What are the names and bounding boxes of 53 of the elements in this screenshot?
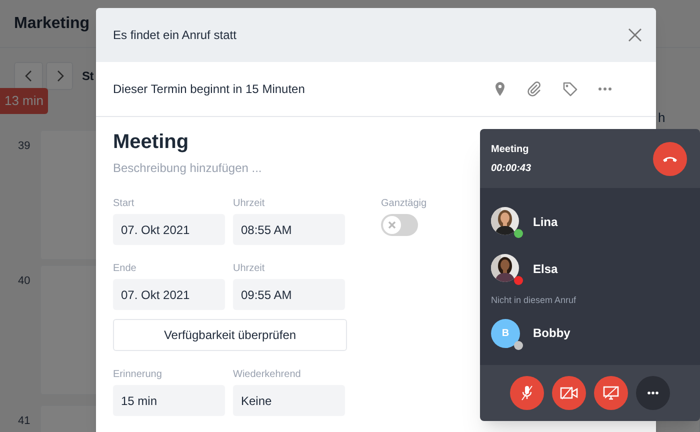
phone-icon bbox=[662, 154, 678, 162]
more-icon bbox=[647, 390, 659, 394]
week-number: 40 bbox=[18, 274, 30, 289]
input-field[interactable]: Keine bbox=[233, 385, 345, 416]
field-label: Wiederkehrend bbox=[233, 368, 302, 382]
week-number: 39 bbox=[18, 139, 30, 154]
view-label: St bbox=[82, 68, 94, 85]
input-field[interactable]: 08:55 AM bbox=[233, 214, 345, 245]
location-pin-icon[interactable] bbox=[494, 81, 506, 97]
chevron-right-icon bbox=[56, 70, 64, 82]
participant-name: Elsa bbox=[533, 260, 558, 278]
chevron-left-icon bbox=[24, 70, 32, 82]
input-field[interactable]: 07. Okt 2021 bbox=[113, 214, 225, 245]
field-label: Ganztägig bbox=[381, 197, 427, 211]
page-title: Marketing bbox=[14, 14, 90, 34]
field-label: Uhrzeit bbox=[233, 262, 266, 276]
tag-icon[interactable] bbox=[562, 81, 578, 97]
event-title: Meeting bbox=[113, 130, 189, 155]
screen-off-icon bbox=[603, 386, 619, 400]
previous-button[interactable] bbox=[14, 62, 43, 90]
close-icon[interactable] bbox=[628, 28, 642, 42]
time-badge: 13 min bbox=[0, 88, 48, 114]
more-button[interactable] bbox=[636, 376, 670, 410]
camera-button[interactable] bbox=[552, 376, 586, 410]
participant-name: Bobby bbox=[533, 325, 570, 342]
next-button[interactable] bbox=[46, 62, 73, 90]
screen-share-button[interactable] bbox=[594, 376, 628, 410]
field-label: Uhrzeit bbox=[233, 197, 266, 211]
field-label: Ende bbox=[113, 262, 138, 276]
call-duration: 00:00:43 bbox=[491, 162, 532, 176]
microphone-off-icon bbox=[520, 384, 534, 400]
field-label: Erinnerung bbox=[113, 368, 163, 382]
input-field[interactable]: 07. Okt 2021 bbox=[113, 279, 225, 310]
description-field[interactable]: Beschreibung hinzufügen ... bbox=[113, 159, 413, 177]
field-label: Start bbox=[113, 197, 136, 211]
camera-off-icon bbox=[560, 386, 578, 400]
week-number: 41 bbox=[18, 414, 30, 429]
input-field[interactable]: 09:55 AM bbox=[233, 279, 345, 310]
check-availability-button[interactable]: Verfügbarkeit überprüfen bbox=[113, 319, 347, 351]
paperclip-icon[interactable] bbox=[526, 81, 542, 97]
microphone-button[interactable] bbox=[510, 376, 544, 410]
dialog-title: Es findet ein Anruf statt bbox=[113, 27, 236, 44]
call-title: Meeting bbox=[491, 142, 530, 156]
input-field[interactable]: 15 min bbox=[113, 385, 225, 416]
participant-name: Lina bbox=[533, 214, 558, 230]
hang-up-button[interactable] bbox=[653, 142, 687, 176]
notice-text: Dieser Termin beginnt in 15 Minuten bbox=[113, 81, 305, 98]
more-icon[interactable] bbox=[598, 87, 612, 91]
x-icon bbox=[388, 221, 396, 229]
section-label: Nicht in diesem Anruf bbox=[490, 294, 578, 307]
all-day-toggle[interactable] bbox=[381, 214, 418, 236]
cut-text: h bbox=[658, 109, 666, 127]
avatar-initial: B bbox=[491, 318, 520, 348]
